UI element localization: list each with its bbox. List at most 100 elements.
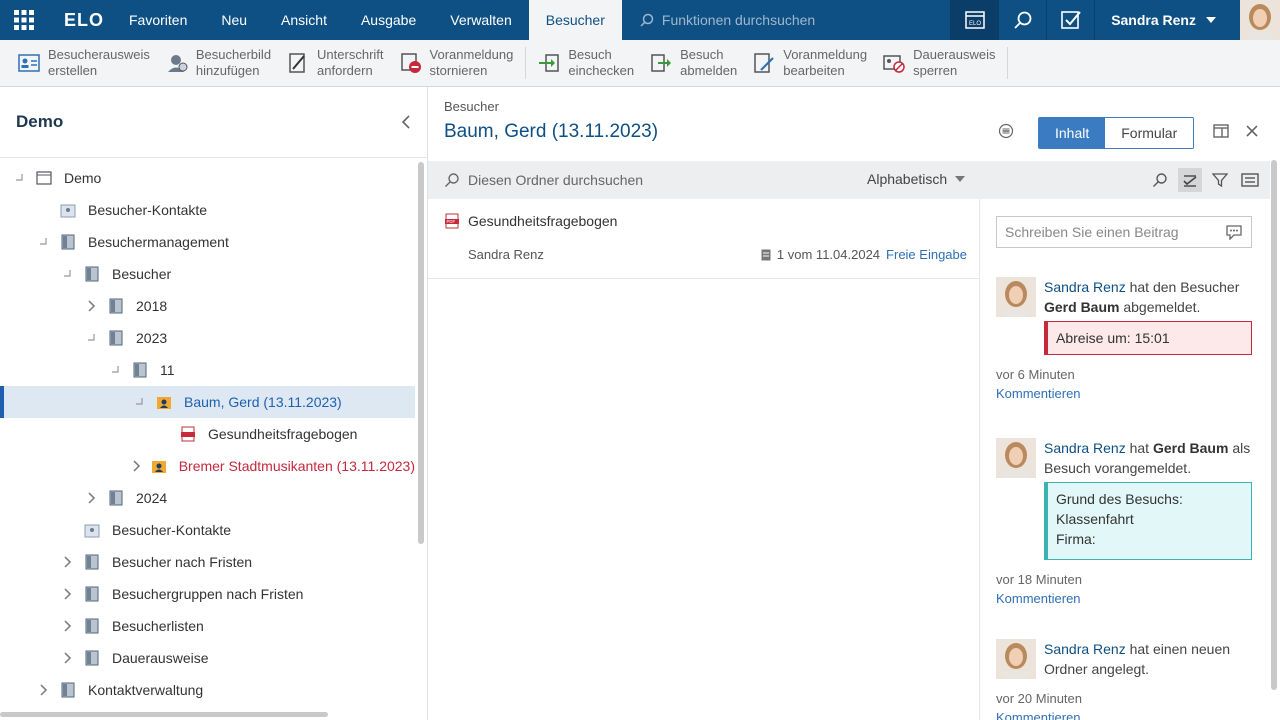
tree-item-label: Besucher nach Fristen [112, 554, 253, 570]
user-menu[interactable]: Sandra Renz [1094, 0, 1240, 40]
link-icon[interactable] [998, 123, 1014, 139]
sort-dropdown[interactable]: Alphabetisch [867, 171, 966, 187]
comment-link[interactable]: Kommentieren [996, 386, 1252, 401]
tree-horizontal-scrollbar[interactable] [0, 712, 328, 717]
signature-icon [287, 52, 309, 74]
expand-icon[interactable] [36, 682, 52, 698]
contacts-folder-icon [60, 202, 76, 218]
tree-item[interactable]: 2018 [0, 290, 415, 322]
elo-archive-button[interactable]: ELO [950, 0, 999, 40]
feed-post-input[interactable]: Schreiben Sie einen Beitrag [996, 216, 1252, 248]
breadcrumb[interactable]: Besucher [444, 99, 499, 114]
add-visitor-photo-button[interactable]: Besucherbild hinzufügen [158, 40, 279, 87]
cancel-registration-button[interactable]: Voranmeldung stornieren [392, 40, 522, 87]
check-out-label-2: abmelden [680, 63, 738, 78]
tree-item-label: Demo [64, 170, 102, 186]
signature-label-1: Unterschrift [317, 47, 384, 62]
sort-label: Alphabetisch [867, 171, 948, 187]
check-out-button[interactable]: Besuch abmelden [642, 40, 745, 87]
menu-favoriten[interactable]: Favoriten [112, 0, 204, 40]
edit-registration-button[interactable]: Voranmeldung bearbeiten [745, 40, 875, 87]
edit-registration-icon [753, 52, 775, 74]
user-avatar[interactable] [1240, 0, 1280, 40]
tree-item[interactable]: Bremer Stadtmusikanten (13.11.2023) [0, 450, 415, 482]
folder-search-input[interactable]: Diesen Ordner durchsuchen [444, 172, 643, 188]
request-signature-button[interactable]: Unterschrift anfordern [279, 40, 391, 87]
collapse-icon[interactable] [36, 234, 52, 250]
check-in-button[interactable]: Besuch einchecken [530, 40, 642, 87]
tree-item[interactable]: Besucher [0, 258, 415, 290]
collapse-icon[interactable] [60, 266, 76, 282]
feed-search-button[interactable] [1148, 168, 1172, 192]
details-icon [1241, 173, 1259, 187]
menu-verwalten[interactable]: Verwalten [433, 0, 528, 40]
tree-item[interactable]: Kontaktverwaltung [0, 674, 415, 706]
tree-item[interactable]: 11 [0, 354, 415, 386]
menu-neu[interactable]: Neu [204, 0, 264, 40]
tree-item[interactable]: Besucher nach Fristen [0, 546, 415, 578]
feed-scrollbar[interactable] [1271, 160, 1277, 690]
tree-item[interactable]: Dauerausweise [0, 642, 415, 674]
expand-icon[interactable] [60, 554, 76, 570]
feed-author[interactable]: Sandra Renz [1044, 440, 1126, 456]
tab-inhalt[interactable]: Inhalt [1039, 118, 1106, 148]
document-mask-link[interactable]: Freie Eingabe [886, 247, 967, 262]
search-icon [1014, 11, 1032, 29]
collapse-panel-icon[interactable] [401, 115, 411, 129]
tree-item[interactable]: Besuchermanagement [0, 226, 415, 258]
expand-icon[interactable] [60, 618, 76, 634]
feed-author[interactable]: Sandra Renz [1044, 279, 1126, 295]
tree-item[interactable]: Besuchergruppen nach Fristen [0, 578, 415, 610]
app-launcher-icon[interactable] [0, 0, 48, 40]
comment-link[interactable]: Kommentieren [996, 710, 1252, 720]
comment-link[interactable]: Kommentieren [996, 591, 1252, 606]
search-icon [445, 173, 459, 187]
menu-ausgabe[interactable]: Ausgabe [344, 0, 433, 40]
tab-formular[interactable]: Formular [1105, 118, 1194, 148]
folder-icon [84, 266, 100, 282]
expand-icon[interactable] [132, 458, 143, 474]
tree-item[interactable]: Besucher-Kontakte [0, 194, 415, 226]
expand-icon[interactable] [84, 490, 100, 506]
page-title: Baum, Gerd (13.11.2023) [444, 121, 659, 142]
folder-icon [108, 330, 124, 346]
collapse-icon[interactable] [132, 394, 148, 410]
feed-filter-active-button[interactable] [1178, 168, 1202, 192]
tree-item[interactable]: Demo [0, 162, 415, 194]
filter-button[interactable] [1208, 168, 1232, 192]
menu-ansicht[interactable]: Ansicht [264, 0, 344, 40]
collapse-icon[interactable] [12, 170, 28, 186]
feed-post-placeholder: Schreiben Sie einen Beitrag [1005, 224, 1179, 240]
tree-item[interactable]: Besucher-Kontakte [0, 514, 415, 546]
menu-besucher[interactable]: Besucher [528, 0, 622, 40]
tree-item[interactable]: Baum, Gerd (13.11.2023) [0, 386, 415, 418]
global-search-button[interactable] [998, 0, 1046, 40]
layout-icon[interactable] [1213, 124, 1229, 138]
lock-badge-button[interactable]: Dauerausweis sperren [875, 40, 1003, 87]
tree-item-label: Besucher [112, 266, 172, 282]
visitor-group-icon [151, 458, 167, 474]
tasks-button[interactable] [1046, 0, 1094, 40]
tree-item[interactable]: 2024 [0, 482, 415, 514]
check-in-label-1: Besuch [568, 47, 612, 62]
collapse-icon[interactable] [108, 362, 124, 378]
tree-item[interactable]: Gesundheitsfragebogen [0, 418, 415, 450]
function-search-input[interactable]: Funktionen durchsuchen [640, 12, 970, 28]
expand-icon[interactable] [60, 586, 76, 602]
tree-vertical-scrollbar[interactable] [418, 162, 424, 544]
create-badge-button[interactable]: Besucherausweis erstellen [10, 40, 158, 87]
folder-icon [84, 554, 100, 570]
feed-author[interactable]: Sandra Renz [1044, 641, 1126, 657]
function-search-placeholder: Funktionen durchsuchen [661, 12, 816, 28]
expand-icon[interactable] [84, 298, 100, 314]
document-version: 1 vom 11.04.2024 [776, 247, 881, 262]
list-item[interactable]: PDF Gesundheitsfragebogen Sandra Renz 1 … [428, 199, 979, 279]
expand-icon[interactable] [60, 650, 76, 666]
filter-icon [1212, 173, 1228, 188]
details-button[interactable] [1238, 168, 1262, 192]
close-icon[interactable] [1245, 124, 1259, 138]
note-line: Klassenfahrt [1056, 511, 1134, 527]
collapse-icon[interactable] [84, 330, 100, 346]
tree-item[interactable]: Besucherlisten [0, 610, 415, 642]
tree-item[interactable]: 2023 [0, 322, 415, 354]
